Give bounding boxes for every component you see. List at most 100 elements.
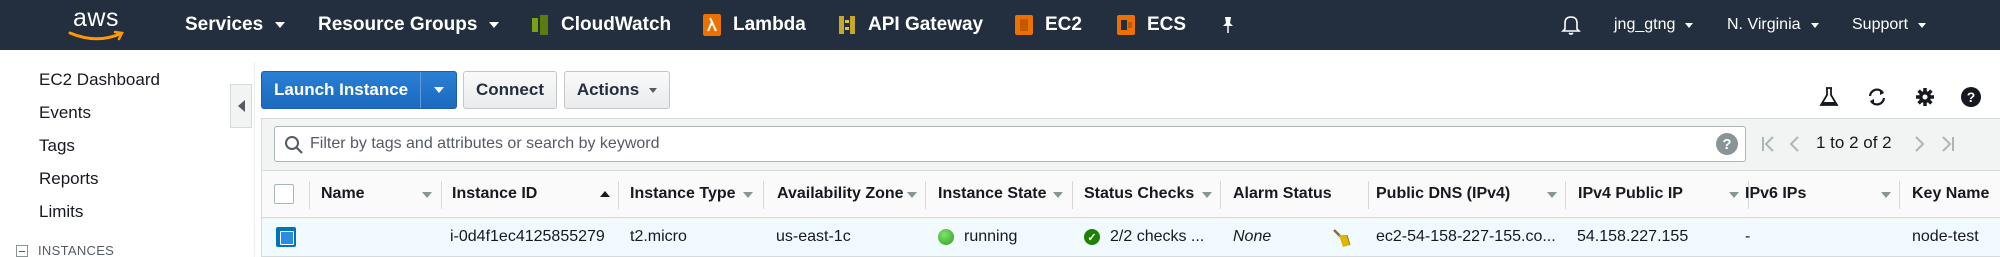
sort-icon[interactable] <box>743 192 753 198</box>
region-menu[interactable]: N. Virginia <box>1727 0 1819 50</box>
column-header-instance-type[interactable]: Instance Type <box>630 171 736 217</box>
connect-label: Connect <box>476 80 544 99</box>
chevron-down-icon <box>433 87 444 93</box>
pagination-text: 1 to 2 of 2 <box>1816 133 1892 152</box>
last-page-button[interactable] <box>1940 131 1956 157</box>
resource-groups-label: Resource Groups <box>318 14 478 35</box>
services-label: Services <box>185 14 264 35</box>
alarm-status-text: None <box>1233 228 1272 245</box>
first-page-icon <box>1762 136 1774 152</box>
sort-icon[interactable] <box>1202 192 1212 198</box>
column-separator <box>925 181 926 209</box>
shortcut-lambda[interactable]: Lambda <box>703 0 806 50</box>
status-checks-text: 2/2 checks ... <box>1110 228 1205 245</box>
create-alarm-icon[interactable] <box>1331 227 1353 249</box>
column-header-status-checks[interactable]: Status Checks <box>1084 171 1194 217</box>
sidebar-item-limits[interactable]: Limits <box>39 202 83 222</box>
chevron-right-icon <box>1915 136 1925 152</box>
flask-icon[interactable] <box>1818 86 1840 108</box>
column-separator <box>441 181 442 209</box>
column-header-name[interactable]: Name <box>321 171 365 217</box>
column-header-key-name[interactable]: Key Name <box>1912 171 1989 217</box>
sort-icon[interactable] <box>907 192 917 198</box>
sidebar-item-tags[interactable]: Tags <box>39 136 75 156</box>
svg-text:?: ? <box>1967 89 1976 105</box>
sidebar-item-reports[interactable]: Reports <box>39 169 99 189</box>
pin-shortcuts-button[interactable] <box>1220 0 1236 50</box>
column-header-public-dns[interactable]: Public DNS (IPv4) <box>1376 171 1510 217</box>
collapse-left-icon <box>237 100 245 112</box>
help-circle-icon[interactable]: ? <box>1960 86 1982 108</box>
lambda-label: Lambda <box>733 14 806 35</box>
search-help-icon[interactable]: ? <box>1716 133 1738 155</box>
support-menu[interactable]: Support <box>1852 0 1927 50</box>
next-page-button[interactable] <box>1914 131 1926 157</box>
sidebar-divider <box>254 62 255 257</box>
launch-instance-dropdown-button[interactable] <box>420 72 456 108</box>
services-menu[interactable]: Services <box>185 0 286 50</box>
first-page-button[interactable] <box>1760 131 1776 157</box>
cell-name <box>321 219 439 255</box>
launch-instance-button[interactable]: Launch Instance <box>261 71 457 109</box>
search-input[interactable] <box>310 127 1690 161</box>
sort-icon[interactable] <box>422 192 432 198</box>
shortcut-ec2[interactable]: EC2 <box>1015 0 1082 50</box>
sort-icon[interactable] <box>1729 192 1739 198</box>
connect-button[interactable]: Connect <box>463 71 557 109</box>
sidebar-section-instances[interactable]: INSTANCES <box>16 243 114 257</box>
cell-ipv4-public-ip: 54.158.227.155 <box>1577 228 1689 245</box>
cell-instance-id: i-0d4f1ec4125855279 <box>450 228 605 245</box>
cloudwatch-icon <box>532 15 548 35</box>
sort-icon[interactable] <box>1881 192 1891 198</box>
column-separator <box>1368 181 1369 209</box>
bell-icon <box>1561 16 1581 35</box>
resource-groups-menu[interactable]: Resource Groups <box>318 0 500 50</box>
column-separator <box>1899 181 1900 209</box>
search-icon <box>285 136 303 154</box>
column-header-ipv4-public-ip[interactable]: IPv4 Public IP <box>1578 171 1683 217</box>
sort-icon[interactable] <box>1547 192 1557 198</box>
shortcut-api-gateway[interactable]: API Gateway <box>838 0 983 50</box>
table-row[interactable]: i-0d4f1ec4125855279 t2.micro us-east-1c … <box>262 219 2000 257</box>
shortcut-cloudwatch[interactable]: CloudWatch <box>531 0 671 50</box>
instance-state-text: running <box>964 228 1018 245</box>
previous-page-button[interactable] <box>1788 131 1800 157</box>
column-header-ipv6-ips[interactable]: IPv6 IPs <box>1745 171 1806 217</box>
select-all-checkbox[interactable] <box>274 184 294 204</box>
refresh-icon[interactable] <box>1866 86 1888 108</box>
lambda-icon <box>703 14 721 36</box>
top-navigation-bar: aws Services Resource Groups CloudWatch … <box>0 0 2000 50</box>
notifications-button[interactable] <box>1561 0 1581 50</box>
aws-logo[interactable]: aws <box>66 6 130 44</box>
chevron-down-icon <box>1810 22 1819 28</box>
sidebar: EC2 Dashboard Events Tags Reports Limits… <box>0 50 232 257</box>
sidebar-item-events[interactable]: Events <box>39 103 91 123</box>
actions-button[interactable]: Actions <box>564 71 670 109</box>
region-label: N. Virginia <box>1727 16 1801 33</box>
column-header-instance-state[interactable]: Instance State <box>938 171 1046 217</box>
last-page-icon <box>1942 136 1954 152</box>
ec2-icon <box>1015 15 1033 35</box>
search-box[interactable] <box>274 126 1746 162</box>
column-header-alarm-status[interactable]: Alarm Status <box>1233 171 1332 217</box>
sort-ascending-icon[interactable] <box>600 191 610 197</box>
cell-status-checks[interactable]: ✓ 2/2 checks ... <box>1084 219 1218 255</box>
sidebar-collapse-button[interactable] <box>230 84 252 128</box>
row-checkbox[interactable] <box>276 227 296 247</box>
column-header-instance-id[interactable]: Instance ID <box>452 171 537 217</box>
api-gateway-label: API Gateway <box>868 14 984 35</box>
pin-icon <box>1223 17 1233 33</box>
sidebar-item-ec2-dashboard[interactable]: EC2 Dashboard <box>39 70 160 90</box>
column-header-availability-zone[interactable]: Availability Zone <box>777 171 904 217</box>
shortcut-ecs[interactable]: ECS <box>1117 0 1186 50</box>
sidebar-section-label: INSTANCES <box>38 243 115 257</box>
collapse-section-icon <box>16 244 28 257</box>
cloudwatch-label: CloudWatch <box>561 14 672 35</box>
api-gateway-icon <box>839 16 855 34</box>
account-menu[interactable]: jng_gtng <box>1614 0 1694 50</box>
sort-icon[interactable] <box>1053 192 1063 198</box>
launch-instance-label: Launch Instance <box>274 80 409 99</box>
chevron-down-icon <box>649 87 658 93</box>
column-separator <box>618 181 619 209</box>
gear-icon[interactable] <box>1914 86 1936 108</box>
